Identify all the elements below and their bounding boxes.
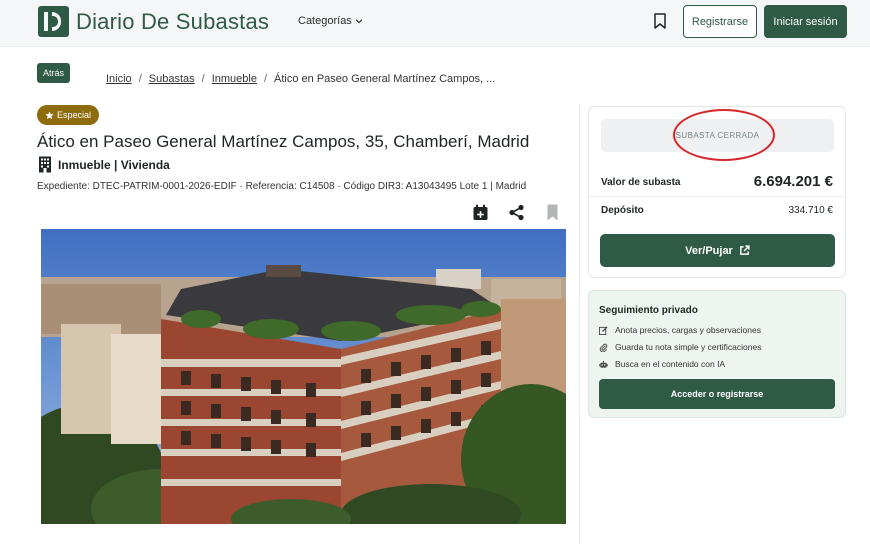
robot-icon bbox=[599, 360, 608, 368]
breadcrumb-home[interactable]: Inicio bbox=[106, 73, 132, 85]
badge-label: Especial bbox=[56, 110, 92, 120]
feature-item: Anota precios, cargas y observaciones bbox=[599, 325, 761, 335]
property-photo bbox=[41, 229, 566, 524]
building-icon bbox=[39, 156, 51, 173]
paperclip-icon bbox=[599, 343, 608, 352]
private-follow-card: Seguimiento privado Anota precios, carga… bbox=[588, 290, 846, 418]
back-button[interactable]: Atrás bbox=[37, 63, 70, 83]
register-button[interactable]: Registrarse bbox=[683, 5, 757, 38]
listing-actions bbox=[472, 204, 561, 221]
listing-meta: Expediente: DTEC-PATRIM-0001-2026-EDIF ·… bbox=[37, 181, 527, 192]
column-divider bbox=[579, 104, 580, 544]
share-icon[interactable] bbox=[508, 204, 525, 221]
edit-icon bbox=[599, 325, 608, 335]
breadcrumb: Inicio / Subastas / Inmueble / Ático en Paseo … bbox=[106, 73, 496, 85]
breadcrumb-current: Ático en Paseo General Martínez Campos, … bbox=[274, 73, 496, 85]
category-line: Inmueble | Vivienda bbox=[38, 156, 170, 173]
special-badge: Especial bbox=[37, 105, 99, 125]
deposit-value: 334.710 € bbox=[788, 205, 834, 216]
category-label: Inmueble | Vivienda bbox=[58, 157, 170, 172]
breadcrumb-inmueble[interactable]: Inmueble bbox=[212, 73, 257, 85]
feature-text: Anota precios, cargas y observaciones bbox=[615, 325, 761, 335]
page-title: Ático en Paseo General Martínez Campos, … bbox=[37, 132, 530, 151]
red-circle-annotation bbox=[673, 109, 775, 161]
card-divider bbox=[589, 196, 845, 197]
chevron-down-icon bbox=[355, 19, 363, 24]
follow-title: Seguimiento privado bbox=[599, 305, 698, 316]
auction-value: 6.694.201 € bbox=[753, 173, 833, 190]
auction-card: SUBASTA CERRADA Valor de subasta 6.694.2… bbox=[588, 106, 846, 278]
external-link-icon bbox=[739, 245, 750, 255]
bookmark-icon[interactable] bbox=[544, 204, 561, 221]
breadcrumb-subastas[interactable]: Subastas bbox=[149, 73, 195, 85]
feature-text: Guarda tu nota simple y certificaciones bbox=[615, 342, 762, 352]
bid-button[interactable]: Ver/Pujar bbox=[600, 234, 835, 267]
auction-value-label: Valor de subasta bbox=[601, 177, 681, 188]
star-icon bbox=[45, 110, 54, 119]
feature-item: Busca en el contenido con IA bbox=[599, 359, 725, 369]
top-header: Diario De Subastas Categorías Registrars… bbox=[0, 0, 870, 47]
brand-name[interactable]: Diario De Subastas bbox=[76, 9, 269, 35]
bid-button-label: Ver/Pujar bbox=[685, 244, 733, 257]
categories-label: Categorías bbox=[298, 15, 352, 27]
feature-item: Guarda tu nota simple y certificaciones bbox=[599, 342, 761, 352]
categories-menu[interactable]: Categorías bbox=[298, 15, 363, 27]
feature-text: Busca en el contenido con IA bbox=[615, 359, 726, 369]
login-button[interactable]: Iniciar sesión bbox=[764, 5, 847, 38]
calendar-add-icon[interactable] bbox=[472, 204, 489, 221]
access-register-button[interactable]: Acceder o registrarse bbox=[599, 379, 835, 409]
bookmark-icon[interactable] bbox=[653, 13, 667, 29]
logo-icon[interactable] bbox=[38, 6, 69, 37]
deposit-label: Depósito bbox=[601, 205, 644, 216]
